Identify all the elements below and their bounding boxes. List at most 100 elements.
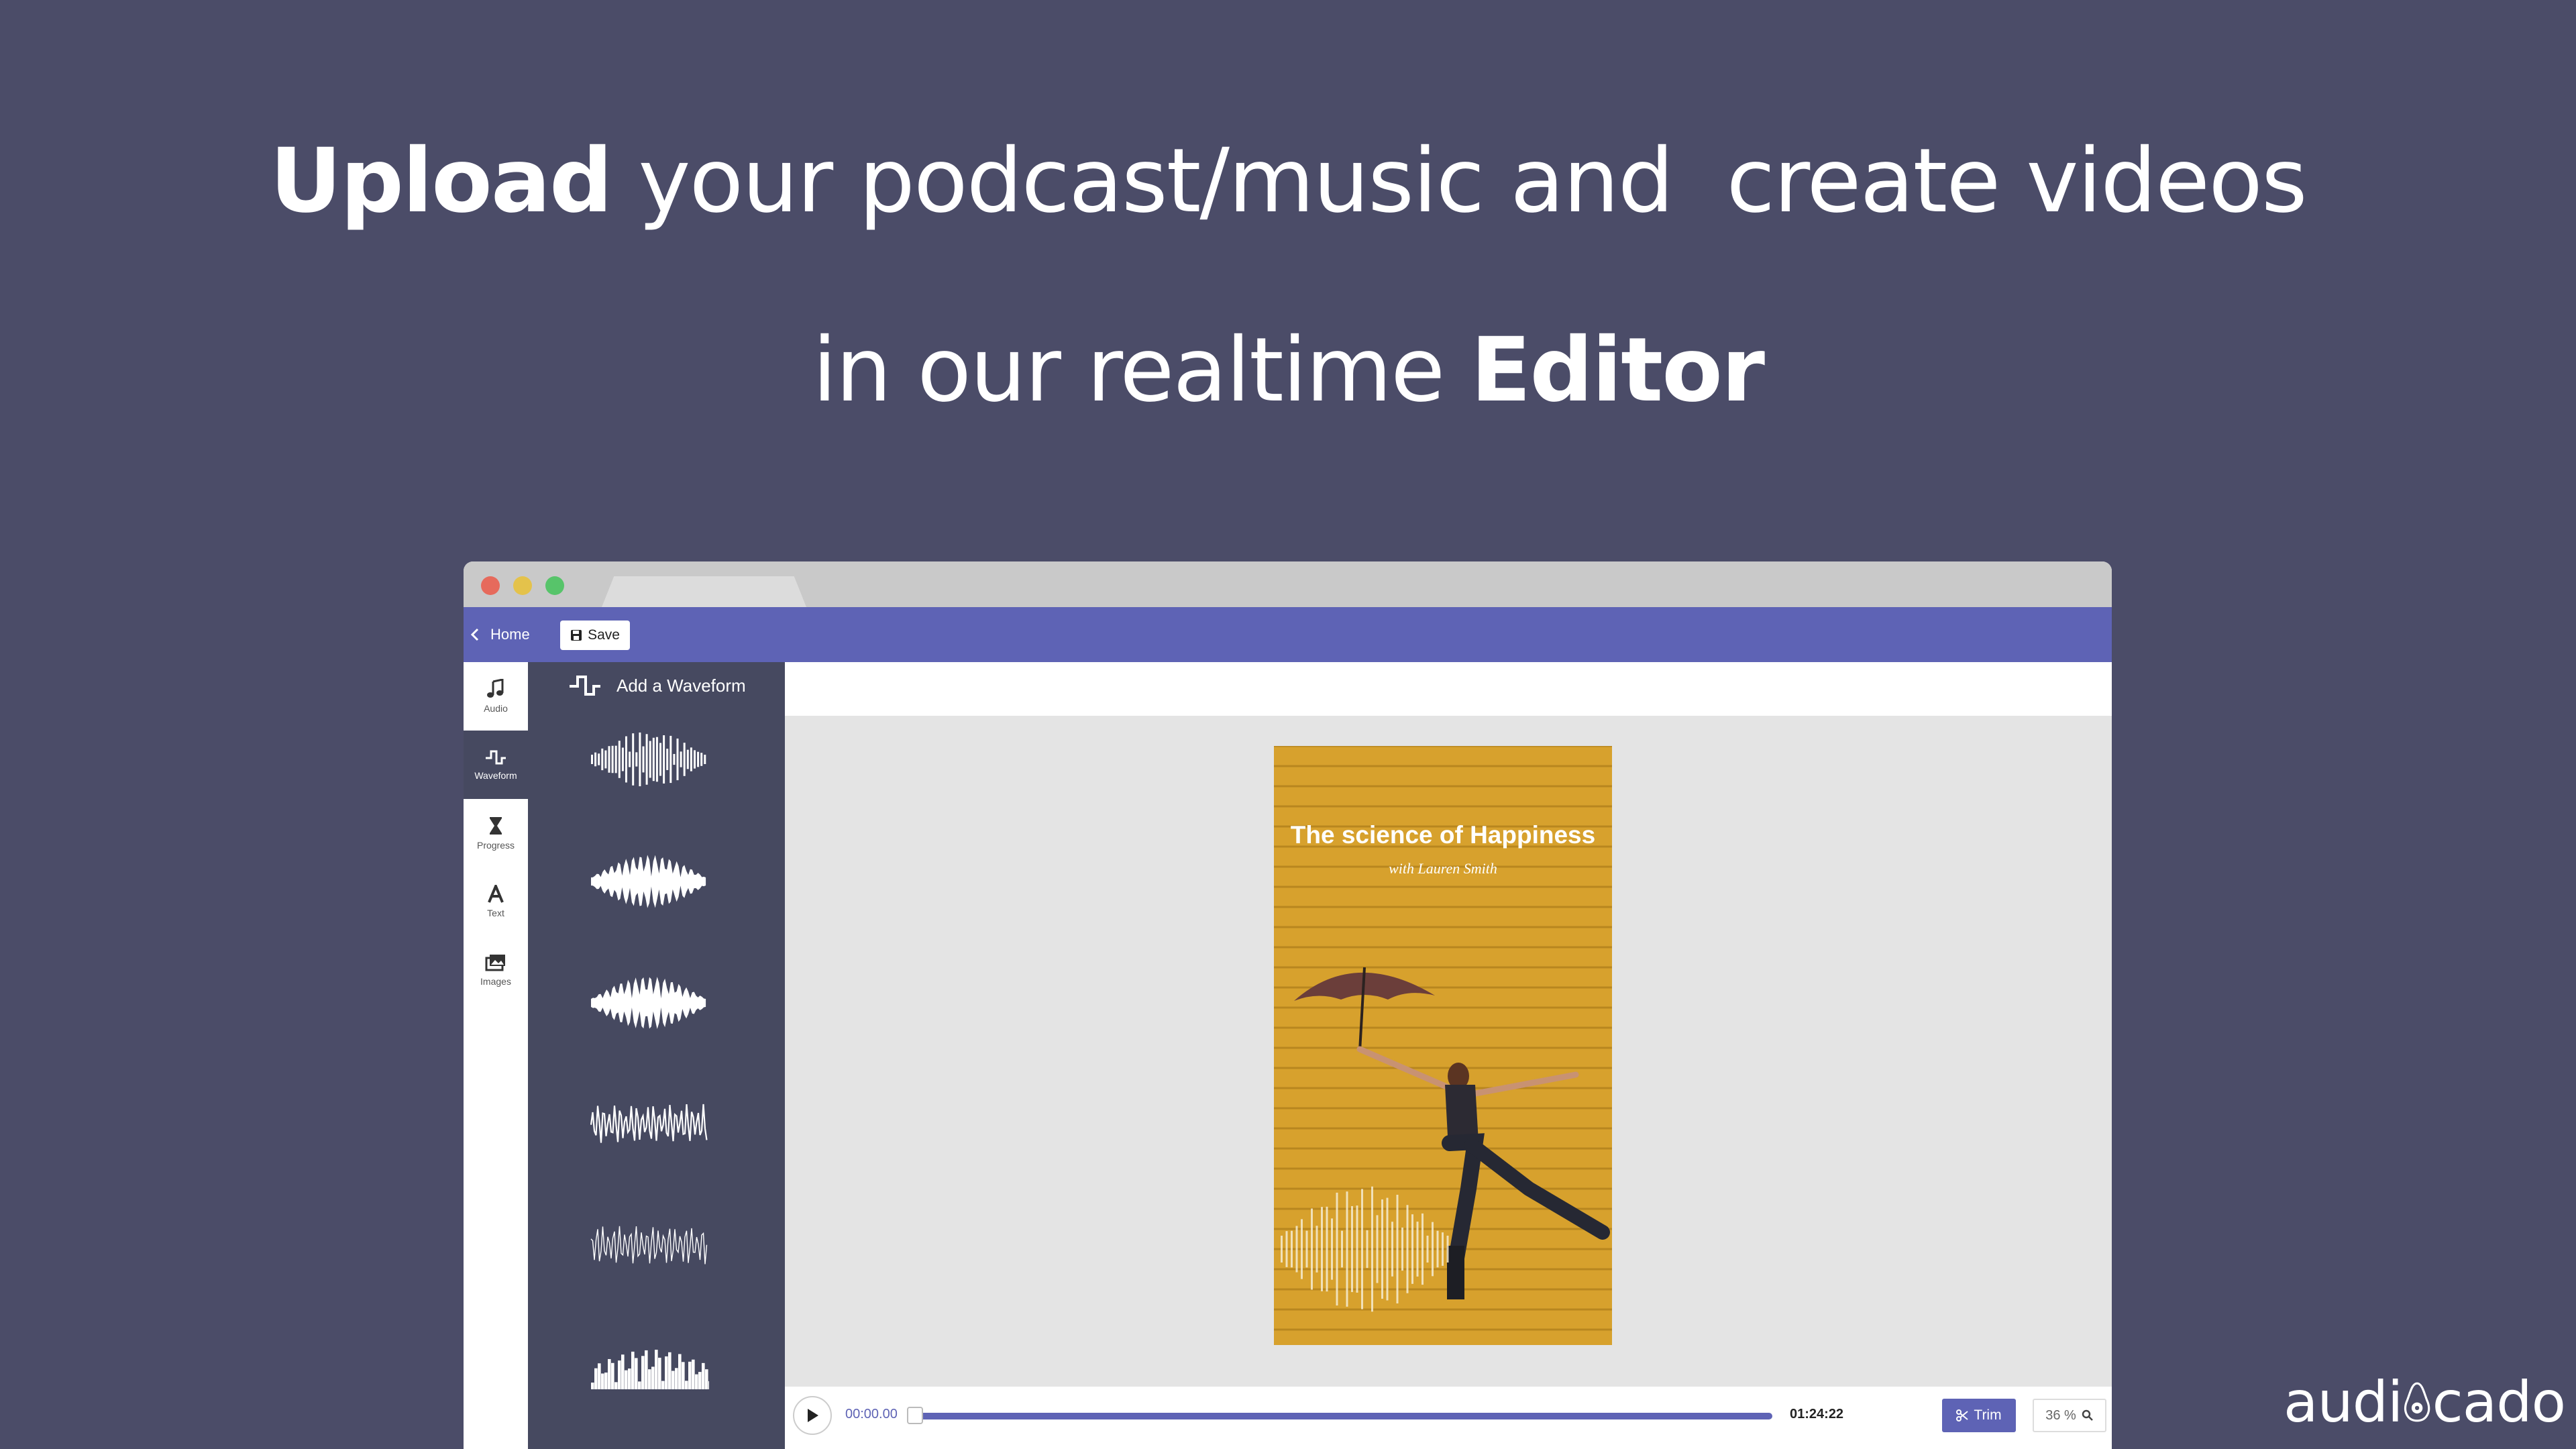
minimize-window-button[interactable] (513, 576, 532, 595)
histogram-bar (641, 1356, 645, 1389)
poster-waveform-bar (1331, 1218, 1333, 1280)
maximize-window-button[interactable] (545, 576, 564, 595)
floppy-disk-icon (571, 630, 582, 641)
waveform-bar (697, 751, 700, 767)
waveform-style-spiky-dense[interactable] (588, 973, 709, 1033)
timeline-track[interactable] (912, 1413, 1772, 1419)
histogram-bar (611, 1362, 614, 1389)
rail-item-images[interactable]: Images (464, 936, 528, 1004)
play-button[interactable] (793, 1396, 832, 1435)
waveform-bar (700, 753, 703, 766)
waveform-line (590, 1104, 708, 1143)
histogram-bar (705, 1369, 708, 1389)
rail-item-audio[interactable]: Audio (464, 662, 528, 731)
poster-waveform-bar (1321, 1207, 1323, 1291)
waveform-shape (591, 855, 706, 908)
histogram-bar (651, 1366, 655, 1389)
poster-waveform-bar (1386, 1197, 1389, 1301)
histogram-bar (668, 1352, 672, 1389)
browser-tab[interactable] (602, 576, 806, 607)
histogram-bar (638, 1381, 641, 1389)
poster-waveform-bar (1301, 1219, 1303, 1279)
waveform-bar (632, 733, 635, 786)
histogram-bar (695, 1374, 698, 1389)
waveform-bar (614, 745, 617, 773)
histogram-bar (692, 1359, 695, 1389)
chevron-left-icon (470, 628, 479, 641)
histogram-bar (688, 1361, 692, 1389)
waveform-bar (673, 753, 676, 765)
play-icon (808, 1409, 818, 1422)
poster-waveform-bar (1376, 1215, 1379, 1283)
poster-waveform-bar (1416, 1222, 1419, 1277)
waveform-bar (680, 751, 682, 767)
video-preview[interactable]: The science of Happiness with Lauren Smi… (1274, 746, 1612, 1345)
text-icon (488, 885, 504, 903)
waveform-bar (625, 736, 627, 783)
close-window-button[interactable] (481, 576, 500, 595)
waveform-bar (608, 746, 610, 773)
player-bar: 00:00.00 01:24:22 Trim 36 % (785, 1387, 2112, 1449)
waveform-bar (704, 755, 706, 764)
poster-waveform-bar (1341, 1230, 1343, 1268)
waveform-style-histogram[interactable] (588, 1336, 709, 1396)
histogram-bar (628, 1368, 631, 1389)
waveform-style-bars-mirrored[interactable] (588, 729, 709, 790)
trim-button[interactable]: Trim (1942, 1399, 2016, 1432)
trim-label: Trim (1974, 1407, 2002, 1423)
waveform-style-thin-line-wave[interactable] (588, 1215, 709, 1275)
poster-waveform-bar (1426, 1235, 1429, 1263)
rail-label-images: Images (480, 976, 511, 987)
histogram-bar (604, 1373, 608, 1389)
current-time: 00:00.00 (845, 1407, 898, 1421)
waveform-style-line-wave[interactable] (588, 1093, 709, 1154)
timeline-scrubber[interactable] (907, 1407, 923, 1424)
waveform-bar (604, 750, 607, 769)
scissors-icon (1956, 1409, 1969, 1421)
logo-text-right: cado (2432, 1369, 2566, 1435)
save-label: Save (588, 627, 620, 643)
histogram-bar (645, 1350, 648, 1389)
rail-item-waveform[interactable]: Waveform (464, 731, 528, 799)
histogram-bar (631, 1351, 635, 1389)
histogram-bar (601, 1373, 604, 1389)
waveform-bar (611, 745, 614, 773)
waveform-shape (591, 977, 706, 1029)
waveform-bar (639, 732, 641, 787)
rail-label-audio: Audio (484, 703, 508, 714)
rail-item-text[interactable]: Text (464, 867, 528, 936)
histogram-bar (685, 1381, 688, 1389)
histogram-bar (598, 1363, 601, 1389)
rail-item-progress[interactable]: Progress (464, 799, 528, 867)
headline-line-1-rest: your podcast/music and create videos (611, 129, 2307, 233)
waveform-icon (570, 676, 600, 696)
poster-waveform-bar (1442, 1232, 1444, 1266)
headline-editor: Editor (1470, 319, 1765, 422)
home-link[interactable]: Home (470, 623, 530, 646)
poster-waveform-bar (1371, 1186, 1373, 1312)
save-button[interactable]: Save (560, 621, 630, 650)
poster-waveform-bar (1381, 1199, 1383, 1299)
waveform-bar (591, 755, 593, 764)
hourglass-icon (490, 817, 502, 835)
add-waveform-header[interactable]: Add a Waveform (568, 674, 746, 697)
poster-waveform-bar (1351, 1205, 1353, 1293)
tool-rail: Audio Waveform Progress Text Images (464, 662, 528, 1449)
zoom-control[interactable]: 36 % (2033, 1399, 2106, 1432)
histogram-bar (608, 1358, 611, 1389)
poster-waveform-bar (1295, 1226, 1298, 1273)
histogram-bar (702, 1362, 705, 1389)
editor-toolbar: Home Save (464, 607, 2112, 662)
poster-waveform-bar (1391, 1222, 1393, 1277)
waveform-bar (683, 743, 686, 776)
poster-waveform-bar (1406, 1205, 1409, 1293)
waveform-style-spiky-mirrored[interactable] (588, 851, 709, 912)
poster-waveform-bar (1346, 1191, 1348, 1307)
poster-waveform-bar (1361, 1189, 1363, 1309)
waveform-bar (655, 737, 658, 782)
histogram-bar (682, 1362, 685, 1389)
browser-titlebar (464, 561, 2112, 607)
headline-line-2-rest: in our realtime (812, 319, 1471, 422)
poster-waveform (1281, 1186, 1449, 1312)
headline-upload: Upload (270, 129, 612, 233)
